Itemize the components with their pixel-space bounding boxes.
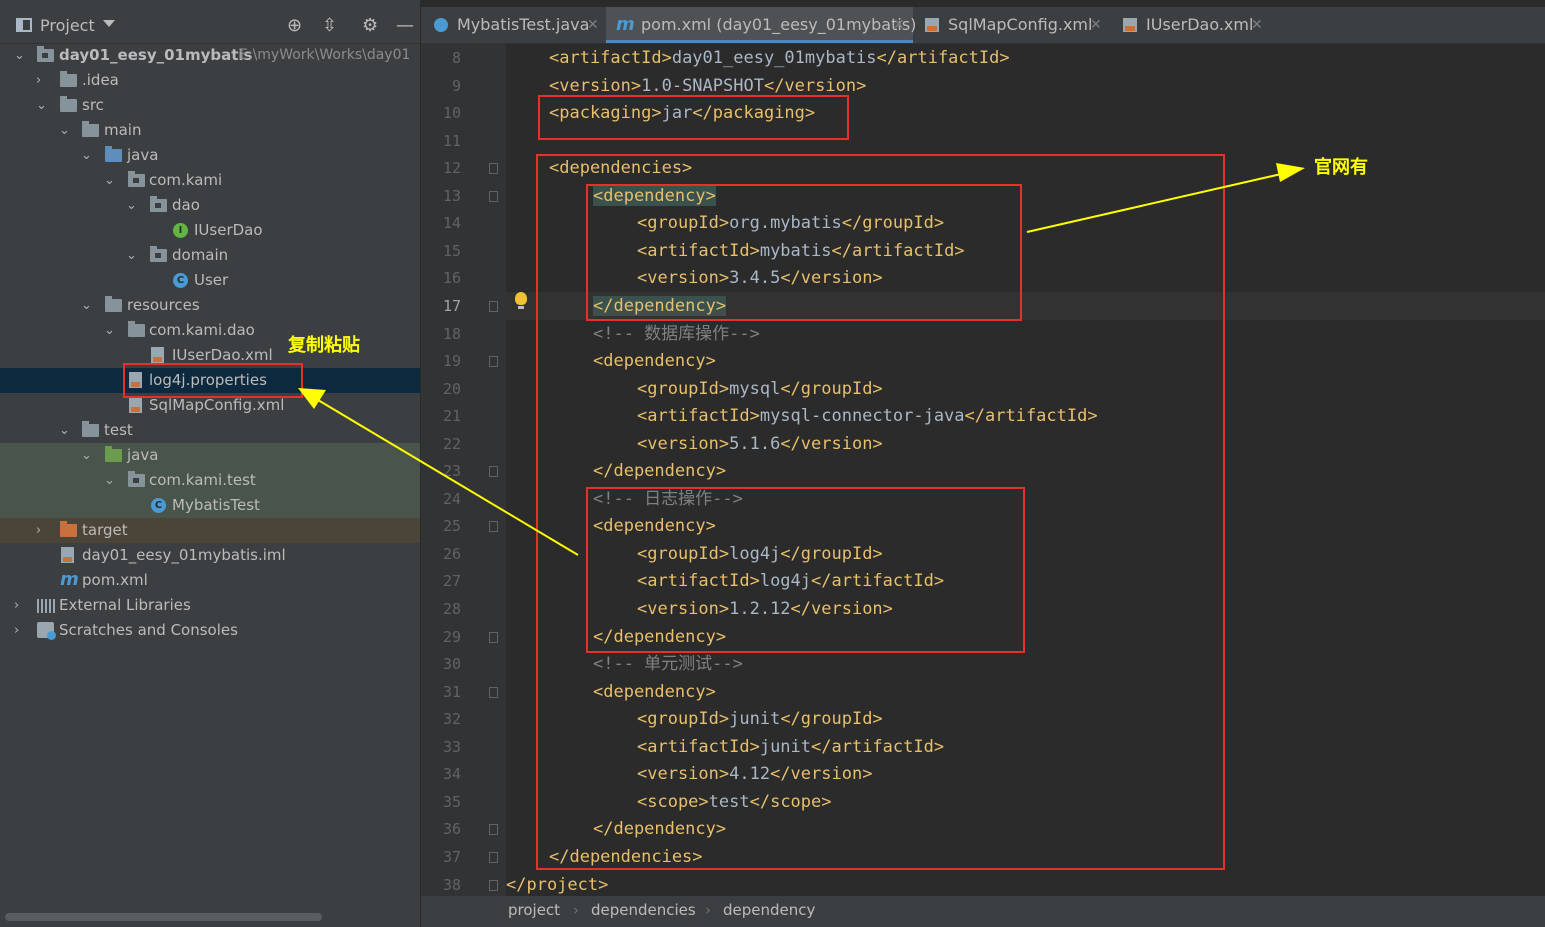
- arrow-to-log4j-file: [298, 388, 579, 556]
- annotation-arrows: [298, 163, 1305, 556]
- arrow-to-official-site: [1026, 163, 1305, 233]
